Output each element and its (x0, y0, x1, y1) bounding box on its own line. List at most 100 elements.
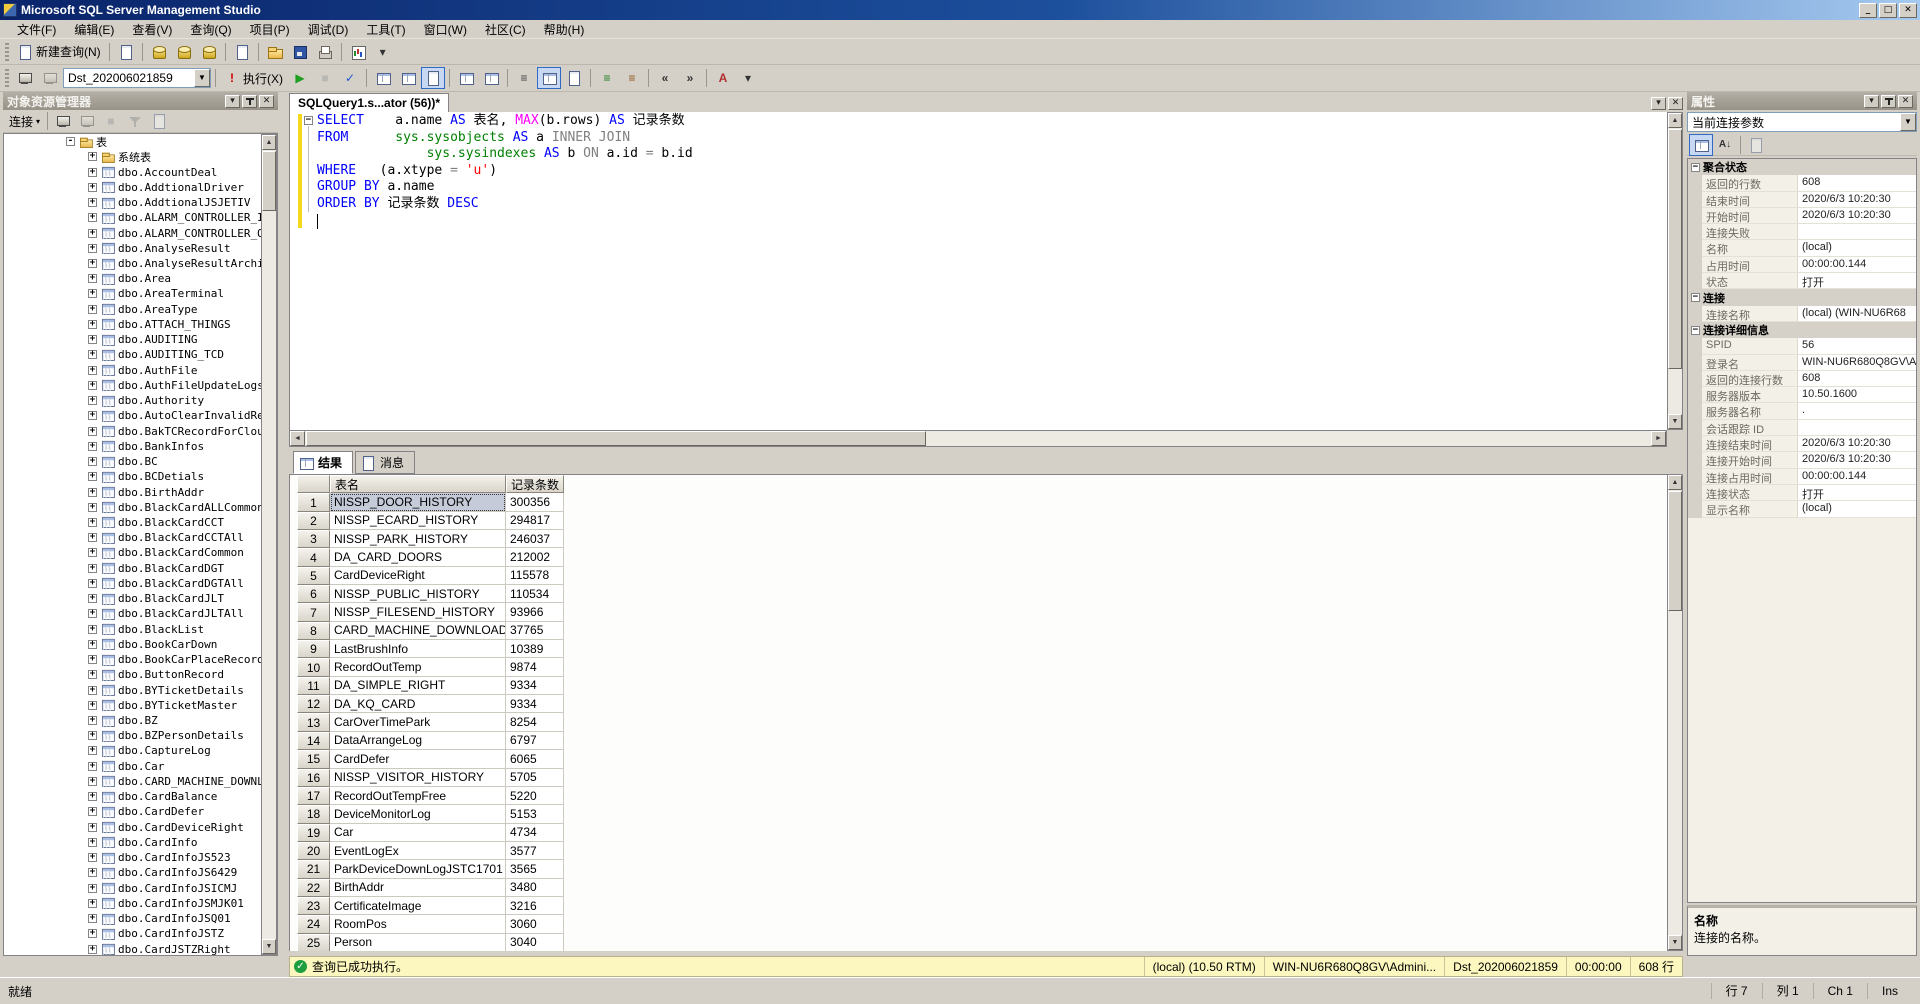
specify-template-values[interactable] (421, 67, 445, 89)
row-number-cell[interactable]: 8 (297, 622, 330, 640)
save[interactable] (288, 41, 312, 63)
expand-icon[interactable]: + (88, 320, 97, 329)
include-client-statistics[interactable] (479, 67, 503, 89)
property-value[interactable]: 00:00:00.144 (1798, 257, 1916, 273)
tree-item[interactable]: +dbo.Car (4, 759, 261, 774)
property-category[interactable]: −连接 (1688, 289, 1916, 305)
menu-item-q[interactable]: 查询(Q) (181, 19, 240, 40)
expand-icon[interactable]: + (88, 152, 97, 161)
expand-icon[interactable]: + (88, 594, 97, 603)
expand-icon[interactable]: + (88, 518, 97, 527)
row-number-cell[interactable]: 23 (297, 897, 330, 915)
expand-icon[interactable]: + (88, 807, 97, 816)
property-row[interactable]: 服务器版本10.50.1600 (1688, 387, 1916, 403)
new-query-button[interactable]: 新建查询(N) (13, 41, 105, 63)
tree-item[interactable]: +dbo.CardInfoJSICMJ (4, 880, 261, 895)
property-value[interactable]: 打开 (1798, 485, 1916, 501)
minimize-button[interactable]: _ (1859, 3, 1877, 18)
property-pages-button[interactable] (1744, 134, 1768, 156)
row-number-cell[interactable]: 18 (297, 805, 330, 823)
chevron-down-icon[interactable]: ▼ (1900, 113, 1916, 131)
expand-icon[interactable]: + (88, 823, 97, 832)
table-name-cell[interactable]: RecordOutTempFree (330, 787, 506, 805)
toolbar-overflow[interactable]: ▾ (736, 67, 760, 89)
record-count-cell[interactable]: 5220 (506, 787, 564, 805)
tree-item[interactable]: +系统表 (4, 149, 261, 164)
tree-item[interactable]: +dbo.AccountDeal (4, 164, 261, 179)
expand-icon[interactable]: + (88, 533, 97, 542)
row-number-cell[interactable]: 7 (297, 603, 330, 621)
expand-icon[interactable]: + (88, 183, 97, 192)
scroll-up-icon[interactable]: ▲ (1668, 475, 1682, 490)
include-actual-plan[interactable] (454, 67, 478, 89)
available-databases-combo[interactable]: Dst_202006021859▼ (63, 68, 211, 88)
row-number-cell[interactable]: 16 (297, 769, 330, 787)
table-name-cell[interactable]: CARD_MACHINE_DOWNLOAD (330, 622, 506, 640)
expand-icon[interactable]: + (88, 381, 97, 390)
tree-item[interactable]: +dbo.AuthFile (4, 363, 261, 378)
expand-icon[interactable]: + (88, 244, 97, 253)
row-number-cell[interactable]: 14 (297, 732, 330, 750)
menu-item-p[interactable]: 项目(P) (241, 19, 299, 40)
collapse-icon[interactable]: − (1691, 163, 1700, 172)
decrease-indent[interactable]: « (653, 67, 677, 89)
row-number-cell[interactable]: 11 (297, 677, 330, 695)
query-document-tab[interactable]: SQLQuery1.s...ator (56))* (289, 93, 449, 112)
expand-icon[interactable]: + (88, 670, 97, 679)
tree-item[interactable]: +dbo.AnalyseResult (4, 241, 261, 256)
row-number-cell[interactable]: 21 (297, 860, 330, 878)
property-row[interactable]: 开始时间2020/6/3 10:20:30 (1688, 208, 1916, 224)
increase-indent[interactable]: » (678, 67, 702, 89)
tree-item[interactable]: +dbo.BankInfos (4, 439, 261, 454)
property-row[interactable]: 连接名称(local) (WIN-NU6R68 (1688, 306, 1916, 322)
expand-icon[interactable]: + (88, 731, 97, 740)
expand-icon[interactable]: + (88, 335, 97, 344)
document-list-icon[interactable]: ▾ (1651, 97, 1666, 110)
tree-item[interactable]: +dbo.AreaTerminal (4, 286, 261, 301)
property-row[interactable]: 登录名WIN-NU6R680Q8GV\Adm (1688, 355, 1916, 371)
scroll-up-icon[interactable]: ▲ (262, 135, 276, 150)
expand-icon[interactable]: + (88, 609, 97, 618)
table-name-cell[interactable]: NISSP_PUBLIC_HISTORY (330, 585, 506, 603)
sqlcmd-mode[interactable]: A (711, 67, 735, 89)
property-row[interactable]: 连接开始时间2020/6/3 10:20:30 (1688, 452, 1916, 468)
new-document[interactable] (230, 41, 254, 63)
scroll-up-icon[interactable]: ▲ (1668, 113, 1682, 128)
row-number-cell[interactable]: 4 (297, 548, 330, 566)
record-count-cell[interactable]: 110534 (506, 585, 564, 603)
tree-item[interactable]: +dbo.AUDITING (4, 332, 261, 347)
script-wizard[interactable] (147, 110, 171, 132)
window-position-icon[interactable]: ▾ (225, 95, 240, 108)
auto-hide-pin-icon[interactable] (242, 95, 257, 108)
tree-item[interactable]: +dbo.BlackCardCCT (4, 515, 261, 530)
tree-item[interactable]: +dbo.BlackCardCCTAll (4, 530, 261, 545)
property-row[interactable]: 服务器名称. (1688, 403, 1916, 419)
expand-icon[interactable]: + (88, 929, 97, 938)
tree-item[interactable]: +dbo.BlackCardALLCommon (4, 500, 261, 515)
expand-icon[interactable]: + (88, 168, 97, 177)
tree-item[interactable]: +dbo.AddtionalJSJETIV (4, 195, 261, 210)
record-count-cell[interactable]: 10389 (506, 640, 564, 658)
scroll-right-icon[interactable]: ► (1651, 431, 1666, 446)
expand-icon[interactable]: + (88, 686, 97, 695)
record-count-cell[interactable]: 5705 (506, 769, 564, 787)
tree-item[interactable]: +dbo.BZPersonDetails (4, 728, 261, 743)
expand-icon[interactable]: + (88, 884, 97, 893)
properties-object-selector[interactable]: 当前连接参数 ▼ (1687, 112, 1917, 132)
tree-item[interactable]: +dbo.AuthFileUpdateLogs (4, 378, 261, 393)
row-number-cell[interactable]: 22 (297, 879, 330, 897)
stop[interactable]: ■ (99, 110, 123, 132)
row-number-cell[interactable]: 12 (297, 695, 330, 713)
auto-hide-pin-icon[interactable] (1881, 95, 1896, 108)
collapse-icon[interactable]: − (1691, 326, 1700, 335)
row-number-cell[interactable]: 13 (297, 713, 330, 731)
expand-icon[interactable]: + (88, 289, 97, 298)
tree-item[interactable]: +dbo.AUDITING_TCD (4, 347, 261, 362)
menu-item-t[interactable]: 工具(T) (357, 19, 414, 40)
analysis-xmla-query[interactable] (197, 41, 221, 63)
tree-item[interactable]: +dbo.ALARM_CONTROLLER_IN (4, 210, 261, 225)
record-count-cell[interactable]: 115578 (506, 567, 564, 585)
scroll-down-icon[interactable]: ▼ (262, 939, 276, 954)
expand-icon[interactable]: + (88, 488, 97, 497)
expand-icon[interactable]: + (88, 762, 97, 771)
